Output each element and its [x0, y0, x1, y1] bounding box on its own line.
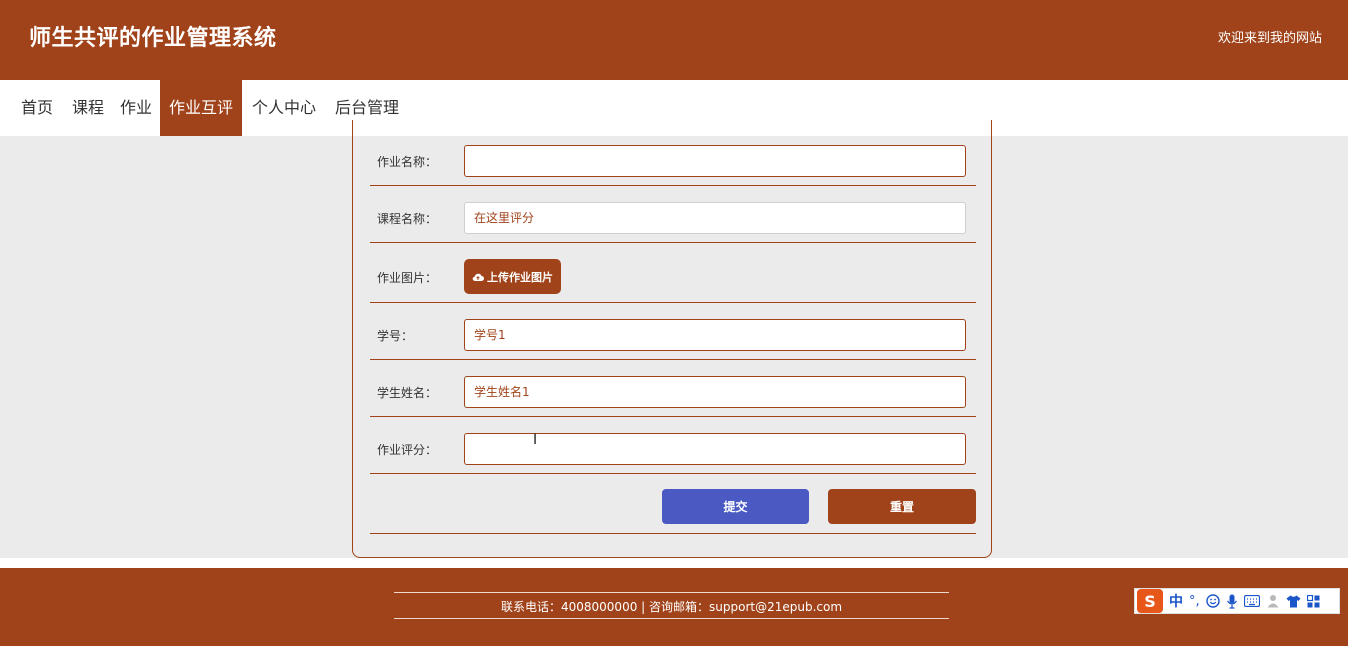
nav-item-home[interactable]: 首页 — [21, 80, 53, 136]
nav-item-homework[interactable]: 作业 — [120, 80, 152, 136]
nav-item-courses[interactable]: 课程 — [72, 80, 104, 136]
footer-line-bottom — [394, 618, 949, 619]
ime-punct-toggle[interactable]: °, — [1189, 595, 1200, 608]
student-name-input[interactable]: 学生姓名1 — [464, 376, 966, 408]
review-form: 作业名称： 课程名称： 在这里评分 作业图片： 上传作业图片 学号： 学号1 学… — [352, 120, 992, 558]
footer-line-top — [394, 592, 949, 593]
form-row-homework-name: 作业名称： — [370, 136, 976, 186]
divider — [0, 558, 1348, 568]
cloud-upload-icon — [472, 273, 484, 281]
form-row-actions: 提交 重置 — [370, 474, 976, 534]
score-input[interactable] — [464, 433, 966, 465]
course-name-input[interactable]: 在这里评分 — [464, 202, 966, 234]
student-id-label: 学号： — [377, 329, 414, 343]
welcome-text: 欢迎来到我的网站 — [1217, 31, 1322, 46]
ime-logo-icon[interactable]: S — [1137, 589, 1163, 613]
upload-image-button[interactable]: 上传作业图片 — [464, 259, 561, 294]
homework-image-label: 作业图片： — [377, 271, 438, 285]
header: 师生共评的作业管理系统 欢迎来到我的网站 — [0, 0, 1348, 80]
form-row-course-name: 课程名称： 在这里评分 — [370, 186, 976, 243]
student-name-label: 学生姓名： — [377, 386, 438, 400]
form-row-homework-image: 作业图片： 上传作业图片 — [370, 243, 976, 303]
reset-button[interactable]: 重置 — [828, 489, 976, 524]
person-icon[interactable] — [1266, 594, 1280, 608]
keyboard-icon[interactable] — [1243, 595, 1260, 607]
submit-button[interactable]: 提交 — [662, 489, 809, 524]
ime-toolbar: S 中 °, — [1134, 588, 1340, 614]
homework-name-input[interactable] — [464, 145, 966, 177]
form-row-student-id: 学号： 学号1 — [370, 303, 976, 360]
text-cursor-icon: I — [533, 432, 538, 448]
student-id-input[interactable]: 学号1 — [464, 319, 966, 351]
homework-name-label: 作业名称： — [377, 155, 438, 169]
grid-icon[interactable] — [1306, 594, 1320, 608]
smiley-icon[interactable] — [1205, 594, 1220, 608]
form-row-score: 作业评分： — [370, 417, 976, 474]
footer-contact: 联系电话：4008000000 | 咨询邮箱：support@21epub.co… — [500, 600, 843, 614]
upload-image-label: 上传作业图片 — [487, 270, 553, 284]
form-row-student-name: 学生姓名： 学生姓名1 — [370, 360, 976, 417]
nav-item-peer-review[interactable]: 作业互评 — [160, 80, 242, 136]
course-name-label: 课程名称： — [377, 212, 438, 226]
ime-mode-toggle[interactable]: 中 — [1169, 591, 1183, 611]
score-label: 作业评分： — [377, 443, 438, 457]
shirt-icon[interactable] — [1286, 595, 1301, 608]
microphone-icon[interactable] — [1226, 594, 1238, 609]
site-title: 师生共评的作业管理系统 — [29, 26, 277, 51]
nav-item-personal-center[interactable]: 个人中心 — [252, 80, 316, 136]
